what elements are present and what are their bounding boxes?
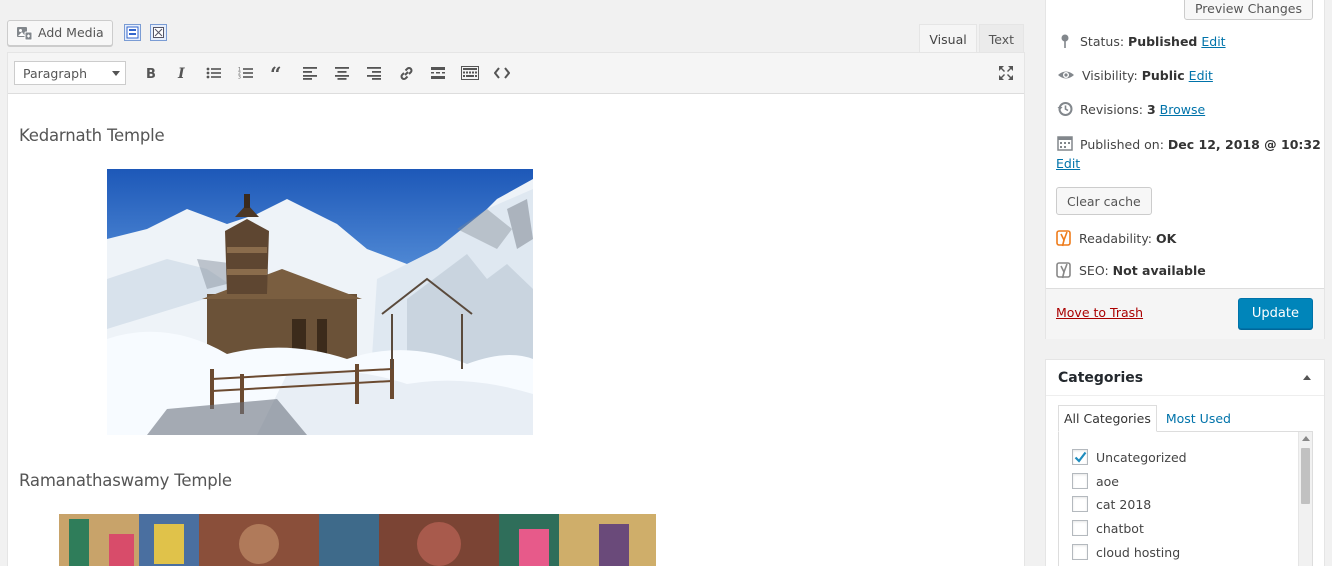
ramanathaswamy-image[interactable]	[59, 514, 656, 566]
svg-text:I: I	[177, 66, 185, 80]
eye-icon	[1058, 71, 1074, 79]
revisions-row: Revisions: 3 Browse	[1057, 101, 1205, 117]
revisions-label: Revisions:	[1080, 101, 1143, 117]
calendar-icon	[1057, 136, 1073, 151]
add-media-icon	[17, 26, 33, 40]
update-button[interactable]: Update	[1237, 298, 1313, 329]
add-media-button[interactable]: Add Media	[7, 19, 113, 46]
category-item[interactable]: Uncategorized	[1072, 449, 1187, 465]
published-on-row: Published on: Dec 12, 2018 @ 10:32	[1057, 135, 1321, 155]
readability-row: Readability: OK	[1056, 229, 1176, 247]
chevron-down-icon	[112, 70, 120, 76]
category-label: Uncategorized	[1096, 449, 1187, 465]
categories-title: Categories	[1058, 369, 1144, 386]
link-icon[interactable]	[390, 59, 422, 87]
tab-visual[interactable]: Visual	[919, 24, 977, 53]
published-on-value: Dec 12, 2018 @ 10:32	[1167, 137, 1321, 152]
scroll-thumb[interactable]	[1301, 448, 1310, 504]
status-label: Status:	[1080, 33, 1125, 49]
blockquote-icon[interactable]: “	[262, 59, 294, 87]
move-to-trash-link[interactable]: Move to Trash	[1056, 305, 1143, 320]
status-edit-link[interactable]: Edit	[1201, 34, 1225, 49]
code-icon[interactable]	[486, 59, 518, 87]
align-center-icon[interactable]	[326, 59, 358, 87]
category-checkbox[interactable]	[1072, 473, 1088, 489]
revisions-icon	[1057, 102, 1073, 116]
published-on-edit-link[interactable]: Edit	[1056, 156, 1080, 171]
category-label: cloud hosting	[1096, 544, 1181, 560]
form-builder-icon[interactable]	[123, 24, 141, 41]
revisions-count: 3	[1146, 101, 1156, 117]
bold-icon[interactable]: B	[134, 59, 166, 87]
align-right-icon[interactable]	[358, 59, 390, 87]
editor-toolbar: Paragraph B I 123 “	[8, 53, 1024, 94]
visibility-label: Visibility:	[1082, 67, 1138, 83]
svg-text:B: B	[146, 67, 156, 80]
publish-box: Preview Changes Status: Published Edit V…	[1045, 0, 1325, 339]
tab-text[interactable]: Text	[978, 24, 1024, 53]
format-select[interactable]: Paragraph	[14, 61, 126, 85]
yoast-readability-icon	[1056, 230, 1071, 247]
categories-box: Categories All Categories Most Used Unca…	[1045, 359, 1325, 566]
category-item[interactable]: chatbot	[1072, 520, 1144, 536]
published-on-label: Published on:	[1080, 137, 1164, 152]
category-checkbox[interactable]	[1072, 496, 1088, 512]
seo-label: SEO:	[1079, 262, 1109, 278]
add-media-label: Add Media	[38, 25, 104, 40]
pin-icon	[1061, 34, 1069, 48]
editor-content[interactable]: Kedarnath Temple Ramanathaswamy Temple	[8, 94, 1024, 566]
status-value: Published	[1128, 33, 1198, 49]
kedarnath-image[interactable]	[107, 169, 533, 435]
fullscreen-icon[interactable]	[994, 61, 1018, 85]
visibility-row: Visibility: Public Edit	[1057, 67, 1213, 83]
content-heading-ramanathaswamy: Ramanathaswamy Temple	[19, 471, 232, 490]
clear-cache-button[interactable]: Clear cache	[1056, 187, 1152, 215]
readability-label: Readability:	[1079, 230, 1153, 246]
publish-actions: Move to Trash Update	[1046, 288, 1324, 339]
preview-changes-button[interactable]: Preview Changes	[1183, 0, 1313, 20]
editor-frame: Paragraph B I 123 “ Kedarnath Temple Ram…	[7, 52, 1025, 566]
visibility-edit-link[interactable]: Edit	[1189, 68, 1213, 83]
revisions-browse-link[interactable]: Browse	[1160, 102, 1206, 117]
read-more-icon[interactable]	[422, 59, 454, 87]
editor-mode-tabs: Visual Text	[919, 24, 1024, 53]
category-checkbox[interactable]	[1072, 544, 1088, 560]
category-item[interactable]: cat 2018	[1072, 496, 1151, 512]
tab-all-categories[interactable]: All Categories	[1058, 405, 1157, 432]
media-buttons: Add Media	[7, 19, 167, 46]
categories-tabs: All Categories Most Used	[1058, 405, 1236, 432]
seo-value: Not available	[1112, 262, 1206, 278]
readability-value: OK	[1156, 230, 1177, 246]
format-select-value: Paragraph	[23, 65, 88, 81]
category-label: cat 2018	[1096, 496, 1152, 512]
svg-text:“: “	[270, 66, 282, 80]
yoast-seo-icon	[1056, 262, 1071, 279]
category-label: chatbot	[1096, 520, 1144, 536]
numbered-list-icon[interactable]: 123	[230, 59, 262, 87]
svg-text:3: 3	[238, 75, 241, 81]
content-heading-kedarnath: Kedarnath Temple	[19, 126, 165, 145]
toolbar-toggle-icon[interactable]	[454, 59, 486, 87]
scroll-up-icon[interactable]	[1302, 436, 1310, 441]
shortcode-icon[interactable]	[149, 24, 167, 41]
bullet-list-icon[interactable]	[198, 59, 230, 87]
checkmark-icon	[1074, 451, 1086, 463]
visibility-value: Public	[1141, 67, 1185, 83]
seo-row: SEO: Not available	[1056, 261, 1206, 279]
tab-most-used[interactable]: Most Used	[1157, 405, 1236, 432]
italic-icon[interactable]: I	[166, 59, 198, 87]
category-label: aoe	[1096, 473, 1119, 489]
status-row: Status: Published Edit	[1057, 33, 1226, 49]
category-scrollbar[interactable]	[1298, 432, 1312, 566]
category-item[interactable]: aoe	[1072, 473, 1119, 489]
categories-header[interactable]: Categories	[1046, 360, 1324, 396]
category-checkbox[interactable]	[1072, 449, 1088, 465]
collapse-toggle-icon[interactable]	[1303, 375, 1311, 380]
align-left-icon[interactable]	[294, 59, 326, 87]
category-checklist: Uncategorized aoe cat 2018 chatbot cloud…	[1058, 431, 1313, 566]
category-item[interactable]: cloud hosting	[1072, 544, 1180, 560]
category-checkbox[interactable]	[1072, 520, 1088, 536]
